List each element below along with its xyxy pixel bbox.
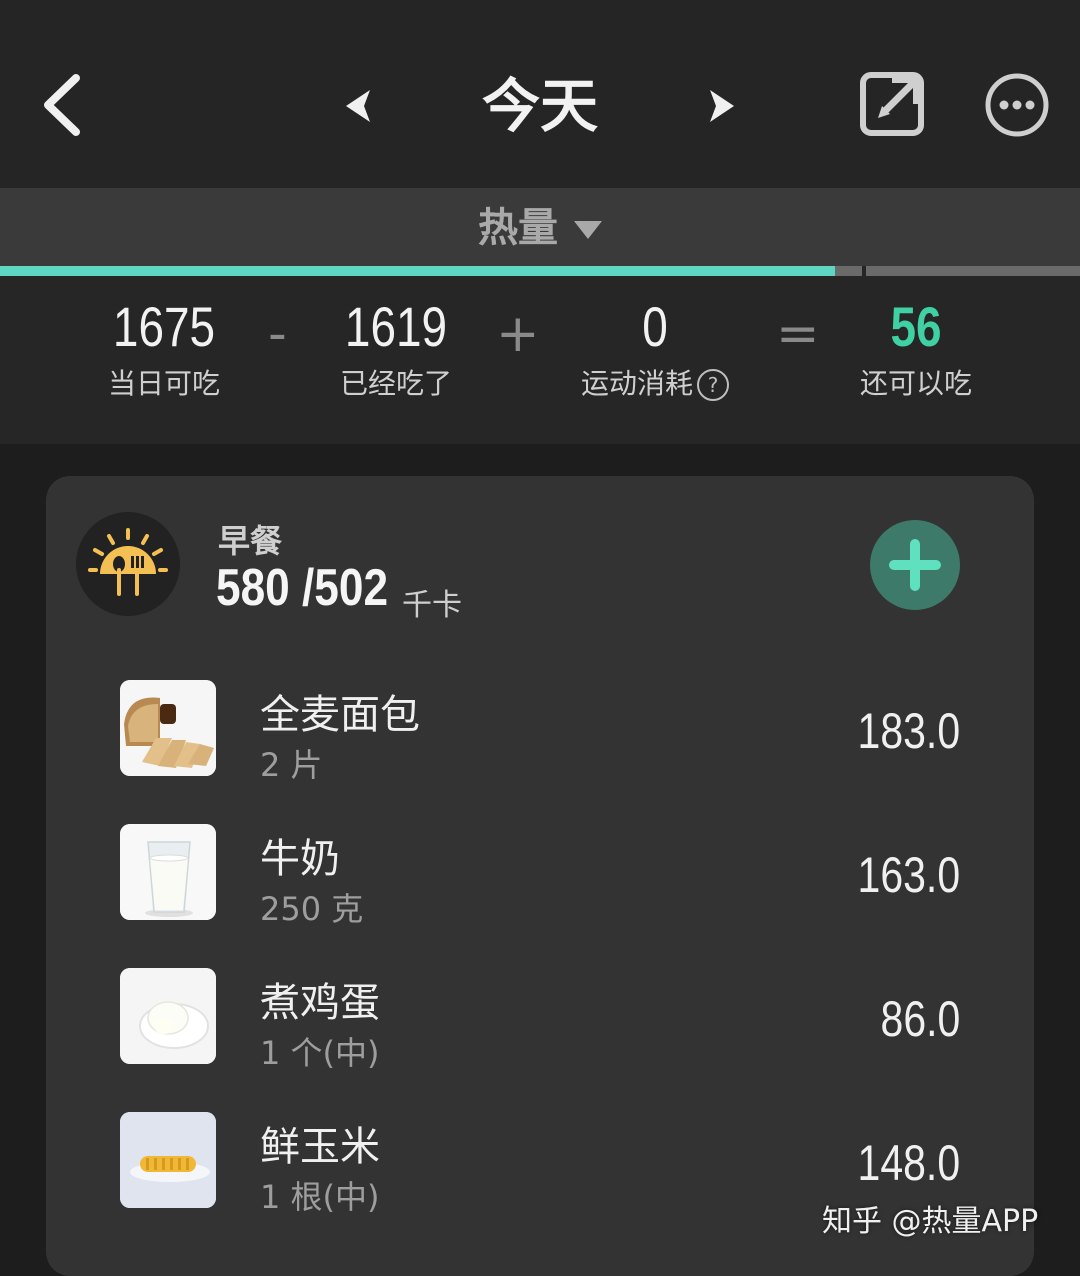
food-amount: 250 克: [260, 890, 364, 928]
food-calories: 86.0: [880, 991, 960, 1047]
food-item[interactable]: 牛奶 250 克 163.0: [120, 824, 980, 928]
food-amount: 1 根(中): [260, 1178, 380, 1216]
corn-image: [120, 1112, 216, 1208]
next-day-button[interactable]: [700, 86, 740, 126]
food-amount: 2 片: [260, 746, 323, 784]
help-icon[interactable]: ?: [697, 369, 729, 401]
meal-calories: 580 /502: [216, 559, 389, 617]
progress-divider: [862, 266, 866, 276]
meal-icon-badge: [76, 512, 180, 616]
food-item[interactable]: 全麦面包 2 片 183.0: [120, 680, 980, 784]
eaten-label: 已经吃了: [339, 367, 452, 400]
edit-button[interactable]: [858, 70, 926, 138]
eaten-value: 1619: [344, 295, 448, 358]
breakfast-icon: [88, 528, 168, 596]
remaining-label: 还可以吃: [859, 367, 972, 400]
food-name: 牛奶: [260, 836, 340, 882]
exercise-value: 0: [642, 295, 668, 358]
edit-icon: [860, 72, 924, 136]
food-item[interactable]: 煮鸡蛋 1 个(中) 86.0: [120, 968, 980, 1072]
food-name: 煮鸡蛋: [260, 980, 380, 1026]
plus-sign: +: [496, 304, 540, 364]
metric-label: 热量: [478, 205, 558, 251]
food-name: 全麦面包: [260, 692, 420, 738]
progress-fill: [0, 266, 835, 276]
previous-day-button[interactable]: [340, 86, 380, 126]
bread-image: [120, 680, 216, 776]
chevron-left-icon: [44, 74, 80, 136]
egg-image: [120, 968, 216, 1064]
food-calories: 148.0: [857, 1135, 960, 1191]
meal-name: 早餐: [218, 522, 283, 560]
exercise-label: 运动消耗: [580, 367, 693, 400]
metric-selector[interactable]: 热量: [0, 188, 1080, 266]
food-name: 鲜玉米: [260, 1124, 380, 1170]
equals-sign: =: [776, 304, 820, 364]
calorie-summary[interactable]: 1675 当日可吃 - 1619 已经吃了 + 0 运动消耗? = 56 还可以…: [0, 276, 1080, 706]
budget-value: 1675: [112, 295, 216, 358]
stat-remaining: 56 还可以吃: [836, 292, 996, 404]
minus-sign: -: [268, 304, 287, 364]
food-calories: 163.0: [857, 847, 960, 903]
exercise-label-row: 运动消耗?: [570, 364, 740, 404]
food-calories: 183.0: [857, 703, 960, 759]
top-bar: 今天: [0, 0, 1080, 188]
caret-right-icon: [710, 90, 734, 122]
caret-left-icon: [346, 90, 370, 122]
milk-image: [120, 824, 216, 920]
food-amount: 1 个(中): [260, 1034, 380, 1072]
stat-budget: 1675 当日可吃: [84, 292, 244, 404]
stat-eaten: 1619 已经吃了: [316, 292, 476, 404]
more-button[interactable]: [984, 72, 1050, 138]
watermark: 知乎 @热量APP: [822, 1204, 1039, 1239]
food-item[interactable]: 鲜玉米 1 根(中) 148.0: [120, 1112, 980, 1216]
calorie-progress-bar: [0, 266, 1080, 276]
add-food-button[interactable]: [870, 520, 960, 610]
dropdown-arrow-icon: [574, 221, 602, 239]
meal-card: 早餐 580 /502 千卡 全麦面包 2 片 183.0 牛奶 250 克 1…: [46, 476, 1034, 1276]
stat-exercise[interactable]: 0 运动消耗?: [570, 292, 740, 404]
back-button[interactable]: [36, 70, 96, 140]
page-title: 今天: [481, 72, 598, 140]
metric-dropdown[interactable]: 热量: [0, 188, 1080, 268]
meal-unit: 千卡: [402, 588, 462, 623]
plus-icon: [889, 539, 941, 591]
remaining-value: 56: [890, 295, 942, 358]
more-icon: [985, 73, 1049, 137]
budget-label: 当日可吃: [107, 367, 220, 400]
